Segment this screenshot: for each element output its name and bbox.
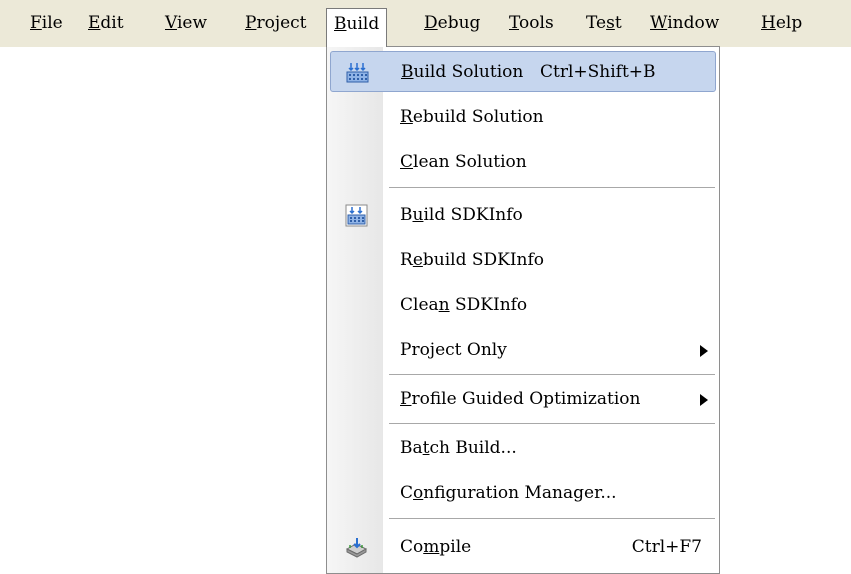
menu-project[interactable]: Project [243, 8, 309, 38]
menu-item-label: Compile [400, 537, 472, 557]
build-project-icon [345, 204, 368, 227]
menu-item-build-sdkinfo[interactable]: Build SDKInfo [330, 195, 716, 236]
submenu-arrow-icon [700, 345, 708, 357]
menu-item-rebuild-solution[interactable]: Rebuild Solution [330, 97, 716, 138]
build-solution-icon [346, 61, 369, 84]
menu-item-label: Build SDKInfo [400, 205, 523, 225]
menu-item-clean-sdkinfo[interactable]: Clean SDKInfo [330, 285, 716, 326]
menu-item-profile-guided-optimization[interactable]: Profile Guided Optimization [330, 379, 716, 420]
menu-item-shortcut: Ctrl+Shift+B [540, 62, 656, 82]
menu-window[interactable]: Window [648, 8, 721, 38]
menu-item-label: Profile Guided Optimization [400, 389, 641, 409]
menu-tools[interactable]: Tools [507, 8, 556, 38]
menu-item-label: Batch Build... [400, 438, 517, 458]
menu-separator [389, 374, 715, 375]
menu-edit[interactable]: Edit [86, 8, 126, 38]
menu-item-label: Rebuild Solution [400, 107, 544, 127]
menu-item-build-solution[interactable]: Build Solution Ctrl+Shift+B [330, 51, 716, 92]
menu-bar: File Edit View Project Build Debug Tools… [0, 0, 851, 47]
menu-separator [389, 423, 715, 424]
menu-item-clean-solution[interactable]: Clean Solution [330, 142, 716, 183]
menu-item-compile[interactable]: Compile Ctrl+F7 [330, 527, 716, 568]
menu-item-label: Configuration Manager... [400, 483, 617, 503]
menu-item-label: Clean SDKInfo [400, 295, 528, 315]
menu-build[interactable]: Build [326, 8, 388, 47]
submenu-arrow-icon [700, 394, 708, 406]
build-menu-dropdown: Build Solution Ctrl+Shift+B Rebuild Solu… [326, 46, 720, 574]
menu-item-label: Clean Solution [400, 152, 527, 172]
menu-view[interactable]: View [163, 8, 209, 38]
menu-separator [389, 518, 715, 519]
menu-file[interactable]: File [28, 8, 65, 38]
menu-item-label: Build Solution [401, 62, 524, 82]
menu-item-batch-build[interactable]: Batch Build... [330, 428, 716, 469]
menu-item-rebuild-sdkinfo[interactable]: Rebuild SDKInfo [330, 240, 716, 281]
menu-item-project-only[interactable]: Project Only [330, 330, 716, 371]
menu-help[interactable]: Help [759, 8, 804, 38]
menu-debug[interactable]: Debug [422, 8, 482, 38]
menu-item-shortcut: Ctrl+F7 [631, 537, 702, 557]
menu-item-label: Rebuild SDKInfo [400, 250, 545, 270]
menu-test[interactable]: Test [584, 8, 624, 38]
compile-icon [345, 536, 368, 559]
menu-item-configuration-manager[interactable]: Configuration Manager... [330, 473, 716, 514]
menu-item-label: Project Only [400, 340, 507, 360]
menu-separator [389, 187, 715, 188]
